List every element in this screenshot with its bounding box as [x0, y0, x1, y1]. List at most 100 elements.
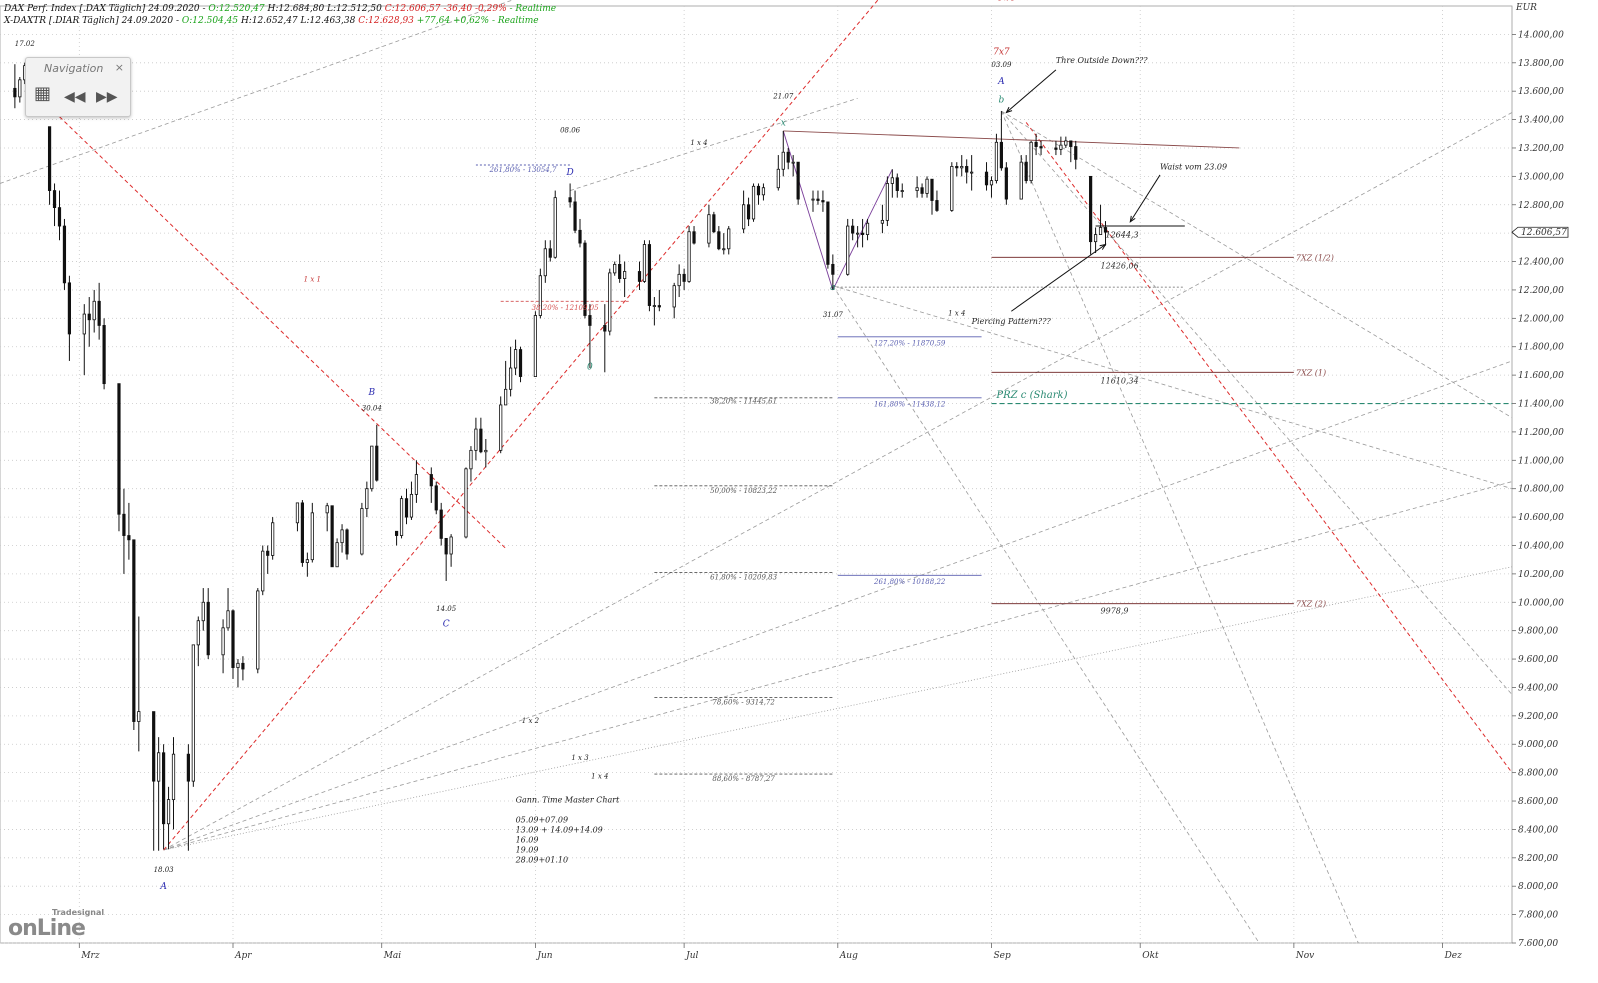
pivot-label: D	[565, 168, 573, 178]
candle-body	[370, 445, 374, 490]
candle-body	[513, 349, 518, 369]
x-tick-label: Jul	[684, 951, 698, 961]
fib-level-label: 50,00% - 10823,22	[710, 487, 777, 495]
candle-body	[261, 550, 265, 592]
grid-icon[interactable]: ▦	[34, 84, 51, 104]
candle-body	[1039, 146, 1043, 149]
candle-body	[846, 225, 850, 275]
candle-body	[1074, 146, 1078, 160]
series-change: +77,64 +0,62%	[413, 16, 490, 26]
candle-body	[1004, 167, 1008, 200]
candle-body	[394, 530, 399, 536]
candle-body	[102, 325, 106, 385]
candle-body	[930, 178, 934, 201]
candle-body	[613, 263, 617, 274]
candle-body	[479, 428, 483, 453]
candle-body	[935, 200, 939, 211]
gann-time-date: 16.09	[516, 835, 539, 844]
candle-body	[965, 166, 969, 173]
y-tick-label: 10.600,00	[1518, 513, 1564, 523]
candle-body	[811, 198, 815, 201]
fib-level-label: 61,80% - 10209,83	[710, 574, 777, 582]
candle-body	[365, 488, 369, 509]
candle-body	[860, 232, 865, 235]
logo-wordmark: onLine	[8, 916, 86, 941]
candle-body	[890, 177, 894, 184]
candle-body	[499, 404, 503, 451]
y-tick-label: 12.000,00	[1518, 314, 1564, 324]
candle-body	[900, 190, 904, 192]
candle-body	[57, 207, 62, 227]
candle-body	[444, 537, 448, 555]
candle-body	[1054, 147, 1058, 150]
gann-time-date: 28.09+01.10	[515, 855, 569, 864]
candle-body	[221, 627, 225, 656]
fib-level-label: 161,80% - 11438,12	[874, 400, 946, 408]
candle-body	[13, 87, 17, 98]
fib-level-label: 78,60% - 9314,72	[712, 698, 775, 706]
series-high-low: H:12.652,47 L:12.463,38	[238, 16, 356, 26]
pivot-label: B	[367, 388, 375, 398]
candle-body	[360, 508, 364, 555]
level-name-label: 7XZ (1/2)	[1296, 253, 1334, 262]
candle-body	[439, 509, 443, 539]
candle-body	[816, 198, 820, 201]
series-realtime: - Realtime	[506, 4, 557, 14]
pivot-label: C	[443, 619, 450, 629]
fib-level-label: 261,80% - 10188,22	[873, 578, 946, 586]
candle-body	[722, 248, 726, 251]
time-axis: Mrz Apr Mai Jun Jul Aug Sep Okt Nov Dez	[78, 943, 1462, 961]
y-tick-label: 8.200,00	[1518, 854, 1558, 864]
candle-body	[573, 201, 577, 231]
candle-body	[652, 305, 656, 307]
waist-value-label: 12644,3	[1105, 230, 1138, 239]
candle-body	[543, 248, 547, 277]
candle-body	[687, 231, 691, 282]
candle-body	[52, 190, 57, 208]
y-tick-label: 11.000,00	[1518, 456, 1564, 466]
candle-body	[161, 752, 166, 825]
fib-level-label: 38,20% - 12109,05	[532, 304, 599, 312]
navigation-panel: Navigation × ▦ ◀◀ ▶▶	[25, 57, 131, 117]
candle-body	[132, 539, 136, 722]
fast-forward-icon[interactable]: ▶▶	[96, 87, 118, 107]
y-tick-label: 12.400,00	[1518, 258, 1564, 268]
candle-body	[776, 168, 780, 189]
pivot-label: 31.07	[823, 311, 844, 319]
candle-body	[1019, 161, 1023, 200]
candle-body	[97, 300, 101, 326]
y-tick-label: 9.800,00	[1518, 627, 1558, 637]
candle-body	[548, 248, 552, 258]
y-tick-label: 13.400,00	[1518, 116, 1564, 126]
candle-body	[335, 542, 339, 568]
candle-body	[727, 228, 731, 250]
candle-body	[1059, 144, 1063, 150]
x-tick-label: Jun	[535, 951, 552, 961]
candle-body	[1034, 141, 1038, 147]
close-icon[interactable]: ×	[115, 61, 124, 74]
pivot-label: 18.03	[154, 866, 175, 874]
candle-body	[781, 151, 785, 170]
fib-level-label: 127,20% - 11870,59	[874, 339, 946, 347]
candle-body	[196, 620, 200, 646]
gann-angle-label: 1 x 3	[571, 754, 589, 762]
candle-body	[955, 166, 959, 169]
candle-body	[960, 166, 964, 169]
level-name-label: 7XZ (1)	[1296, 368, 1326, 377]
candle-body	[305, 559, 309, 563]
rewind-icon[interactable]: ◀◀	[64, 87, 86, 107]
candle-body	[345, 529, 349, 555]
candle-body	[553, 197, 557, 258]
candle-body	[404, 498, 409, 518]
price-chart[interactable]: 261,80% - 13054,7 38,20% - 12109,05 38,20%…	[0, 0, 1598, 983]
candle-body	[67, 282, 72, 335]
series-high-low: H:12.684,80 L:12.512,50	[264, 4, 382, 14]
candle-body	[989, 180, 994, 186]
candle-body	[62, 225, 67, 284]
candle-body	[231, 610, 235, 668]
level-name-label: 7XZ (2)	[1296, 600, 1326, 609]
candle-body	[533, 315, 537, 377]
candle-body	[1024, 161, 1028, 182]
candle-body	[994, 141, 999, 182]
x-tick-label: Aug	[839, 951, 858, 961]
